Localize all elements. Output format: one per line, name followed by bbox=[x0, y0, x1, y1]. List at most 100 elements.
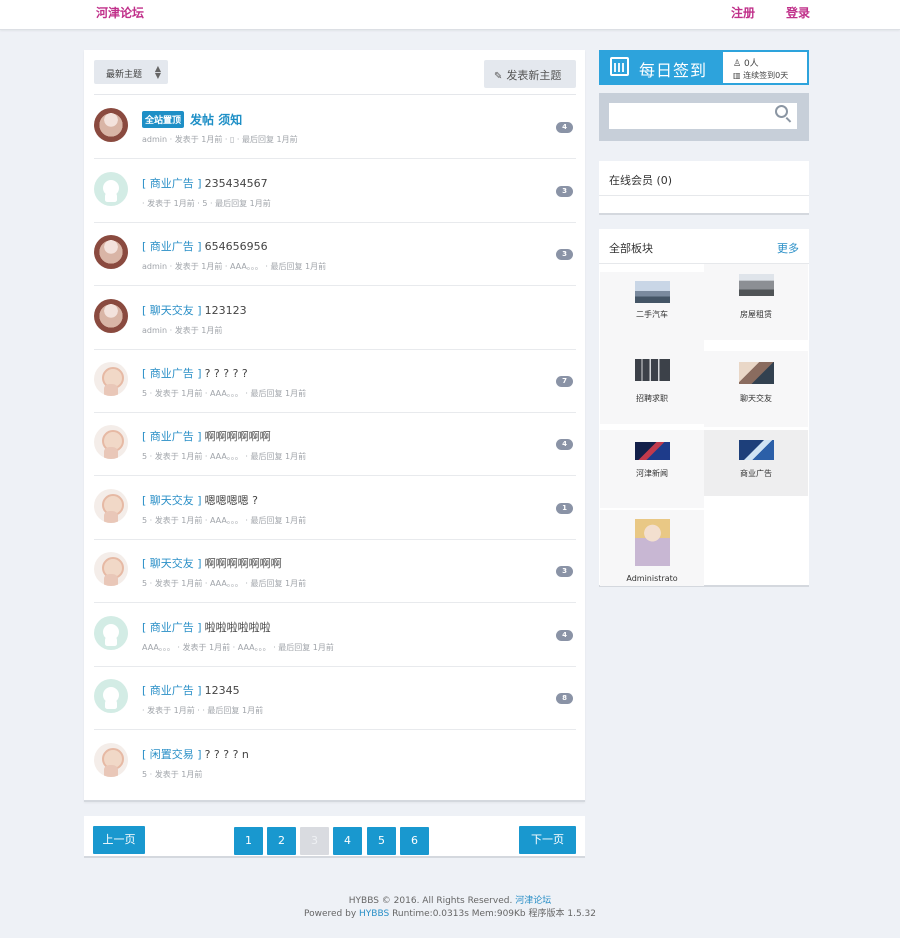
avatar[interactable] bbox=[94, 299, 128, 333]
thread-title[interactable]: 啦啦啦啦啦啦 bbox=[205, 621, 271, 634]
footer-line-2: Powered by HYBBS Runtime:0.0313s Mem:909… bbox=[0, 906, 900, 919]
thread-title[interactable]: 235434567 bbox=[205, 177, 268, 190]
avatar[interactable] bbox=[94, 235, 128, 269]
reply-count-badge: 3 bbox=[556, 249, 573, 260]
board-name: 房屋租赁 bbox=[740, 310, 772, 319]
thread-meta: 5 · 发表于 1月前 · AAA。。。 · 最后回复 1月前 bbox=[142, 389, 307, 398]
footer-site-link[interactable]: 河津论坛 bbox=[515, 896, 551, 906]
thread-row: [ 商业广告 ] 啊啊啊啊啊啊 5 · 发表于 1月前 · AAA。。。 · 最后… bbox=[94, 412, 576, 476]
avatar[interactable] bbox=[94, 743, 128, 777]
page-6-button[interactable]: 6 bbox=[400, 827, 429, 855]
reply-count-badge: 1 bbox=[556, 503, 573, 514]
board-tile-news[interactable]: 河津新闻 bbox=[600, 430, 704, 508]
avatar[interactable] bbox=[94, 425, 128, 459]
avatar[interactable] bbox=[94, 552, 128, 586]
thread-row: [ 聊天交友 ] 啊啊啊啊啊啊啊 5 · 发表于 1月前 · AAA。。。 · 最… bbox=[94, 539, 576, 603]
thread-category[interactable]: [ 聊天交友 ] bbox=[142, 494, 202, 507]
board-name: 二手汽车 bbox=[636, 310, 668, 319]
thread-title[interactable]: 发帖 须知 bbox=[190, 113, 242, 127]
register-link[interactable]: 注册 bbox=[731, 4, 755, 21]
thread-category[interactable]: [ 聊天交友 ] bbox=[142, 304, 202, 317]
thread-category[interactable]: [ 商业广告 ] bbox=[142, 367, 202, 380]
thread-title[interactable]: ? ? ? ? ? bbox=[205, 367, 248, 380]
thread-title[interactable]: 123123 bbox=[205, 304, 247, 317]
user-icon: ♙ bbox=[733, 59, 742, 69]
thread-row: [ 闲置交易 ]? ? ? ? n 5 · 发表于 1月前 bbox=[94, 730, 576, 794]
next-page-button[interactable]: 下一页 bbox=[519, 826, 576, 854]
board-thumbnail bbox=[635, 359, 670, 381]
thread-category[interactable]: [ 商业广告 ] bbox=[142, 430, 202, 443]
site-brand[interactable]: 河津论坛 bbox=[96, 4, 144, 21]
avatar[interactable] bbox=[94, 108, 128, 142]
thread-row: 全站置顶 发帖 须知 admin · 发表于 1月前 · ▯ · 最后回复 1月前… bbox=[94, 95, 576, 159]
checkin-people: 0人 bbox=[743, 59, 759, 69]
thread-meta: 5 · 发表于 1月前 · AAA。。。 · 最后回复 1月前 bbox=[142, 579, 307, 588]
board-name: Administrato bbox=[626, 574, 678, 583]
thread-title[interactable]: 12345 bbox=[205, 684, 240, 697]
thread-title[interactable]: ? ? ? ? n bbox=[205, 748, 249, 761]
thread-meta: · 发表于 1月前 · · 最后回复 1月前 bbox=[142, 706, 264, 715]
reply-count-badge: 4 bbox=[556, 439, 573, 450]
avatar[interactable] bbox=[94, 172, 128, 206]
avatar[interactable] bbox=[94, 489, 128, 523]
thread-category[interactable]: [ 商业广告 ] bbox=[142, 240, 202, 253]
board-name: 商业广告 bbox=[740, 469, 772, 478]
search-icon[interactable] bbox=[775, 105, 788, 118]
thread-row: [ 商业广告 ]? ? ? ? ? 5 · 发表于 1月前 · AAA。。。 ·… bbox=[94, 349, 576, 413]
board-name: 河津新闻 bbox=[636, 469, 668, 478]
board-tile-chat[interactable]: 聊天交友 bbox=[704, 351, 808, 427]
board-tile-rentals[interactable]: 房屋租赁 bbox=[704, 264, 808, 340]
thread-meta: admin · 发表于 1月前 · AAA。。。 · 最后回复 1月前 bbox=[142, 262, 327, 271]
copyright-text: HYBBS © 2016. All Rights Reserved. bbox=[348, 896, 513, 906]
online-members-title: 在线会员 (0) bbox=[609, 174, 673, 187]
thread-row: [ 聊天交友 ] 嗯嗯嗯嗯 ? 5 · 发表于 1月前 · AAA。。。 · 最后… bbox=[94, 476, 576, 540]
sort-dropdown[interactable]: 最新主题 ▲ ▼ bbox=[94, 60, 168, 84]
page-4-button[interactable]: 4 bbox=[333, 827, 362, 855]
login-link[interactable]: 登录 bbox=[786, 4, 810, 21]
boards-panel: 全部板块 更多 二手汽车 房屋租赁 招聘求职 聊天交友 河津新闻 商业广告 Ad… bbox=[599, 229, 809, 587]
board-tile-jobs[interactable]: 招聘求职 bbox=[600, 348, 704, 424]
new-post-button[interactable]: ✎ 发表新主题 bbox=[484, 60, 576, 88]
board-thumbnail bbox=[635, 442, 670, 460]
thread-category[interactable]: [ 商业广告 ] bbox=[142, 621, 202, 634]
board-tile-admin[interactable]: Administrato bbox=[600, 510, 704, 586]
search-input[interactable] bbox=[609, 103, 797, 129]
thread-category[interactable]: [ 聊天交友 ] bbox=[142, 557, 202, 570]
boards-title: 全部板块 bbox=[609, 242, 653, 255]
daily-checkin-widget[interactable]: 每日签到 ♙ 0人 ▥ 连续签到0天 bbox=[599, 50, 809, 85]
thread-category[interactable]: [ 闲置交易 ] bbox=[142, 748, 202, 761]
board-thumbnail bbox=[739, 362, 774, 384]
board-tile-ads[interactable]: 商业广告 bbox=[704, 430, 808, 496]
board-name: 招聘求职 bbox=[636, 394, 668, 403]
board-tile-used-cars[interactable]: 二手汽车 bbox=[600, 272, 704, 348]
page-1-button[interactable]: 1 bbox=[234, 827, 263, 855]
calendar-icon bbox=[610, 57, 629, 76]
thread-title[interactable]: 654656956 bbox=[205, 240, 268, 253]
page-2-button[interactable]: 2 bbox=[267, 827, 296, 855]
new-post-label: 发表新主题 bbox=[506, 69, 562, 82]
thread-meta: admin · 发表于 1月前 · ▯ · 最后回复 1月前 bbox=[142, 135, 298, 144]
thread-meta: 5 · 发表于 1月前 · AAA。。。 · 最后回复 1月前 bbox=[142, 516, 307, 525]
avatar[interactable] bbox=[94, 679, 128, 713]
page-5-button[interactable]: 5 bbox=[367, 827, 396, 855]
thread-row: [ 商业广告 ] 啦啦啦啦啦啦 AAA。。。 · 发表于 1月前 · AAA。。。… bbox=[94, 603, 576, 667]
avatar[interactable] bbox=[94, 362, 128, 396]
thread-title[interactable]: 啊啊啊啊啊啊 bbox=[205, 430, 271, 443]
thread-list-panel: 最新主题 ▲ ▼ ✎ 发表新主题 全站置顶 发帖 须知 admin · 发表于 1月前… bbox=[84, 50, 585, 802]
runtime-text: Runtime:0.0313s Mem:909Kb 程序版本 1.5.32 bbox=[392, 909, 596, 919]
reply-count-badge: 8 bbox=[556, 693, 573, 704]
thread-category[interactable]: [ 商业广告 ] bbox=[142, 177, 202, 190]
hybbs-link[interactable]: HYBBS bbox=[359, 909, 389, 919]
thread-title[interactable]: 啊啊啊啊啊啊啊 bbox=[205, 557, 282, 570]
boards-more-link[interactable]: 更多 bbox=[777, 240, 799, 256]
page-3-current: 3 bbox=[300, 827, 329, 855]
pinned-badge: 全站置顶 bbox=[142, 111, 185, 128]
bar-chart-icon: ▥ bbox=[733, 71, 741, 80]
divider bbox=[599, 195, 809, 196]
prev-page-button[interactable]: 上一页 bbox=[93, 826, 145, 854]
thread-category[interactable]: [ 商业广告 ] bbox=[142, 684, 202, 697]
avatar[interactable] bbox=[94, 616, 128, 650]
thread-title[interactable]: 嗯嗯嗯嗯 ? bbox=[205, 494, 258, 507]
reply-count-badge: 4 bbox=[556, 122, 573, 133]
reply-count-badge: 7 bbox=[556, 376, 573, 387]
